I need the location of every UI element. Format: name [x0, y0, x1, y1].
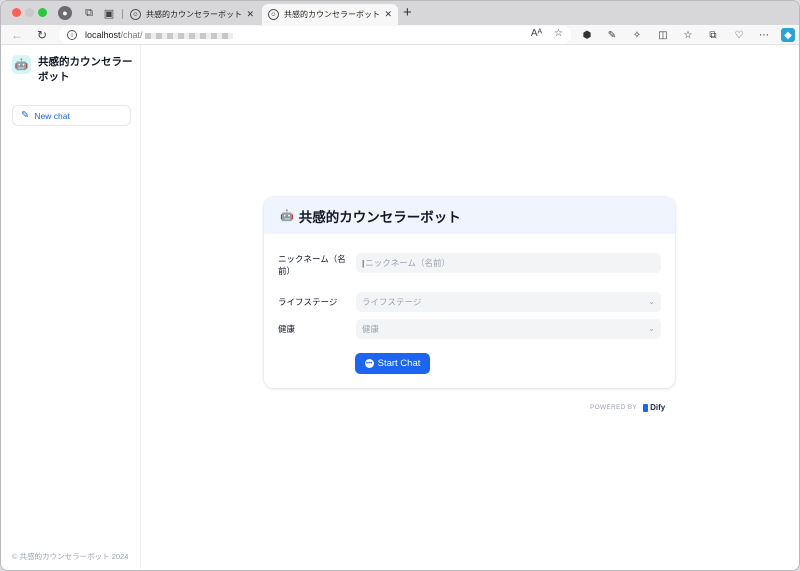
tab-powered[interactable]: ☺ 共感的カウンセラーボット - Powe ✕ — [262, 4, 398, 25]
new-tab-button[interactable]: + — [403, 4, 412, 21]
tab-strip: ● ⧉ ▣ ☺ 共感的カウンセラーボット - Dify ✕ ☺ 共感的カウンセラ… — [1, 1, 799, 25]
copilot-icon[interactable]: ◆ — [781, 28, 795, 42]
life-stage-select[interactable]: ライフステージ ⌄ — [356, 292, 661, 312]
powered-by-label: POWERED BY — [590, 404, 638, 411]
reload-icon[interactable]: ↻ — [34, 27, 50, 43]
favorite-star-icon[interactable]: ☆ — [554, 28, 563, 39]
form-row-life-stage: ライフステージ ライフステージ ⌄ — [278, 292, 661, 312]
tab-title: 共感的カウンセラーボット - Powe — [284, 10, 380, 19]
sidebar: 🤖 共感的カウンセラーボット ✎ New chat © 共感的カウンセラーボット… — [1, 45, 141, 570]
chevron-down-icon: ⌄ — [648, 324, 655, 333]
split-screen-icon[interactable]: ◫ — [656, 28, 670, 42]
edit-icon: ✎ — [21, 110, 30, 121]
start-form-card: 🤖 共感的カウンセラーボット ニックネーム（名前） | ニックネーム（名前） ラ… — [264, 197, 675, 388]
text-cursor: | — [362, 258, 365, 268]
url-host: localhost — [85, 30, 121, 40]
field-label: ライフステージ — [278, 297, 338, 307]
field-label: ニックネーム（名前） — [278, 254, 346, 276]
dify-logo-icon — [643, 403, 649, 412]
back-icon[interactable]: ← — [9, 27, 25, 43]
new-chat-button[interactable]: ✎ New chat — [12, 105, 131, 126]
dify-logo[interactable]: Dify — [643, 403, 665, 412]
url-path: /chat/ — [120, 30, 143, 40]
minimize-window-button[interactable] — [25, 8, 34, 17]
extensions-puzzle-icon[interactable]: ✧ — [630, 28, 644, 42]
powered-by: POWERED BY Dify — [590, 403, 665, 412]
form-row-health: 健康 健康 ⌄ — [278, 319, 661, 339]
input-placeholder: ニックネーム（名前） — [365, 258, 450, 268]
url-text: localhost/chat/ — [85, 30, 233, 40]
chat-bubble-icon: ••• — [364, 359, 374, 368]
tab-title: 共感的カウンセラーボット - Dify — [146, 10, 242, 19]
app-name: 共感的カウンセラーボット — [38, 56, 133, 83]
workspaces-icon[interactable]: ⧉ — [81, 5, 97, 21]
tab-actions-icon[interactable]: ▣ — [101, 5, 117, 21]
close-tab-icon[interactable]: ✕ — [246, 9, 254, 20]
robot-icon: 🤖 — [280, 210, 294, 222]
field-label: 健康 — [278, 324, 296, 334]
read-aloud-icon[interactable]: Aᴬ — [531, 28, 542, 39]
close-tab-icon[interactable]: ✕ — [384, 9, 392, 20]
dify-brand-text: Dify — [650, 403, 666, 412]
browser-toolbar: ← ↻ i localhost/chat/ Aᴬ ☆ ⬢ ✎ ✧ ◫ ☆ ⧉ ♡… — [1, 25, 799, 45]
card-header: 🤖 共感的カウンセラーボット — [264, 197, 675, 234]
robot-icon: 🤖 — [12, 55, 31, 74]
form-row-nickname: ニックネーム（名前） | ニックネーム（名前） — [278, 253, 661, 277]
page-favicon-icon: ☺ — [268, 9, 279, 20]
nickname-input[interactable]: | ニックネーム（名前） — [356, 253, 661, 273]
zoom-window-button[interactable] — [38, 8, 47, 17]
page: 🤖 共感的カウンセラーボット ✎ New chat © 共感的カウンセラーボット… — [1, 45, 799, 570]
redacted-url-segment — [144, 32, 233, 39]
favorites-icon[interactable]: ☆ — [681, 28, 695, 42]
page-favicon-icon: ☺ — [130, 9, 141, 20]
browser-window: ● ⧉ ▣ ☺ 共感的カウンセラーボット - Dify ✕ ☺ 共感的カウンセラ… — [0, 0, 800, 571]
browser-essentials-icon[interactable]: ♡ — [732, 28, 746, 42]
tab-separator — [122, 9, 123, 19]
start-chat-label: Start Chat — [377, 358, 421, 369]
extension-hex-icon[interactable]: ⬢ — [580, 28, 594, 42]
select-placeholder: ライフステージ — [362, 297, 422, 307]
select-placeholder: 健康 — [362, 324, 380, 334]
collections-icon[interactable]: ⧉ — [706, 28, 720, 42]
health-select[interactable]: 健康 ⌄ — [356, 319, 661, 339]
copyright-footer: © 共感的カウンセラーボット 2024 — [12, 552, 129, 561]
app-brand: 🤖 共感的カウンセラーボット — [12, 55, 136, 85]
start-chat-button[interactable]: ••• Start Chat — [355, 353, 430, 374]
new-chat-label: New chat — [34, 110, 70, 121]
card-title: 共感的カウンセラーボット — [298, 209, 461, 225]
tab-dify[interactable]: ☺ 共感的カウンセラーボット - Dify ✕ — [124, 4, 260, 25]
extension-pen-icon[interactable]: ✎ — [605, 28, 619, 42]
site-info-icon[interactable]: i — [67, 30, 77, 40]
chevron-down-icon: ⌄ — [648, 297, 655, 306]
address-bar[interactable]: i localhost/chat/ Aᴬ ☆ — [59, 26, 571, 44]
close-window-button[interactable] — [12, 8, 21, 17]
profile-icon[interactable]: ● — [57, 5, 73, 21]
settings-more-icon[interactable]: ⋯ — [757, 28, 771, 42]
